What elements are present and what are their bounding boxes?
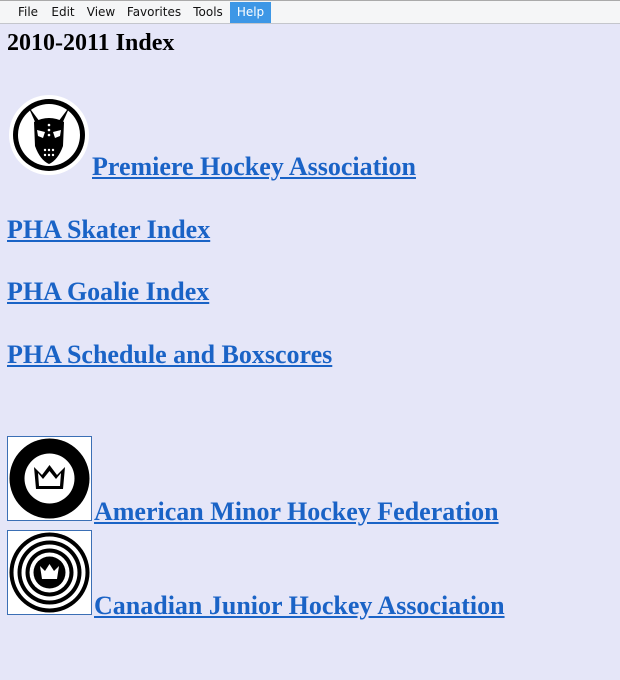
amhf-link[interactable]: American Minor Hockey Federation — [94, 497, 499, 527]
menu-tools[interactable]: Tools — [187, 2, 229, 23]
pha-goalie-index-link[interactable]: PHA Goalie Index — [7, 277, 209, 307]
pha-skater-index-link[interactable]: PHA Skater Index — [7, 215, 210, 245]
pha-link[interactable]: Premiere Hockey Association — [92, 152, 416, 182]
menu-favorites[interactable]: Favorites — [123, 2, 185, 23]
menu-help[interactable]: Help — [230, 2, 271, 23]
menu-file[interactable]: File — [10, 2, 46, 23]
cjha-logo-icon[interactable] — [7, 530, 92, 615]
amhf-logo-icon[interactable] — [7, 436, 92, 521]
cjha-link[interactable]: Canadian Junior Hockey Association — [94, 591, 505, 621]
menu-bar: File Edit View Favorites Tools Help — [0, 0, 620, 24]
menu-edit[interactable]: Edit — [47, 2, 79, 23]
page-title: 2010-2011 Index — [7, 30, 175, 56]
menu-view[interactable]: View — [83, 2, 119, 23]
pha-logo-icon[interactable] — [8, 94, 90, 176]
pha-schedule-link[interactable]: PHA Schedule and Boxscores — [7, 340, 332, 370]
